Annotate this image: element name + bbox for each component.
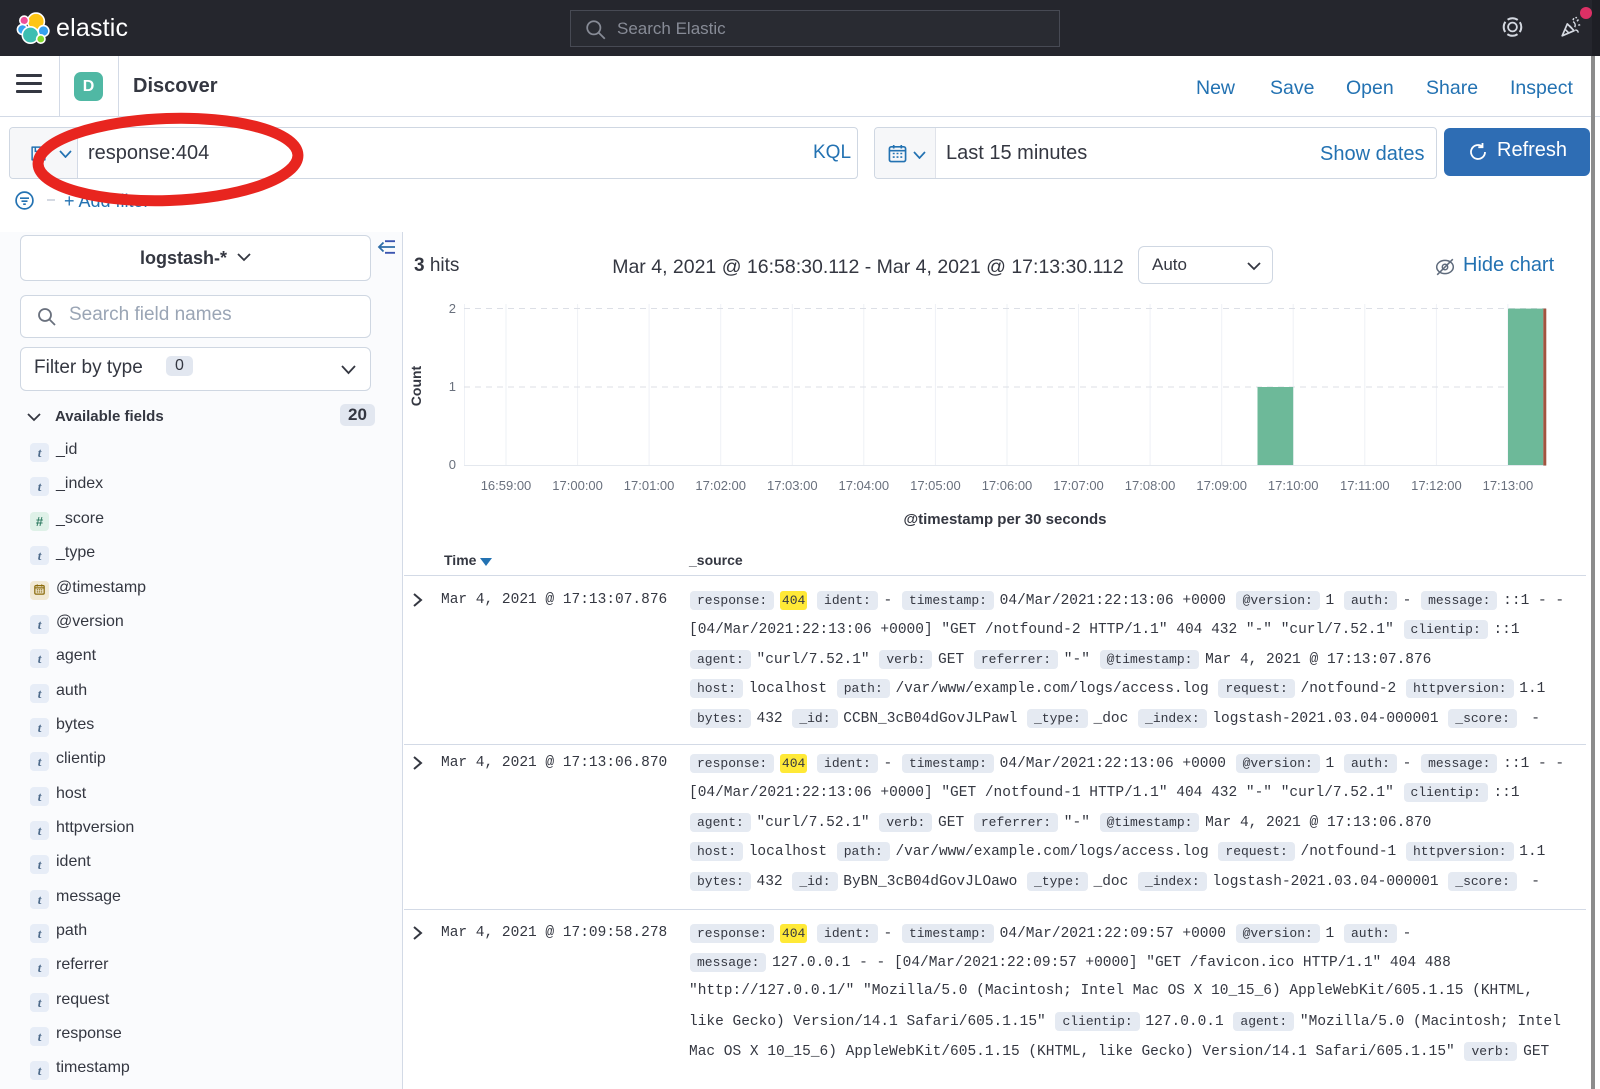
svg-text:17:04:00: 17:04:00 bbox=[838, 478, 889, 493]
svg-text:17:01:00: 17:01:00 bbox=[624, 478, 675, 493]
svg-text:17:07:00: 17:07:00 bbox=[1053, 478, 1104, 493]
svg-text:2: 2 bbox=[449, 301, 456, 316]
svg-text:0: 0 bbox=[449, 457, 456, 472]
svg-text:17:02:00: 17:02:00 bbox=[695, 478, 746, 493]
svg-text:17:00:00: 17:00:00 bbox=[552, 478, 603, 493]
svg-text:17:06:00: 17:06:00 bbox=[982, 478, 1033, 493]
svg-text:1: 1 bbox=[449, 379, 456, 394]
svg-text:Count: Count bbox=[408, 365, 424, 406]
svg-text:17:05:00: 17:05:00 bbox=[910, 478, 961, 493]
svg-text:16:59:00: 16:59:00 bbox=[481, 478, 532, 493]
svg-text:17:13:00: 17:13:00 bbox=[1483, 478, 1534, 493]
svg-text:17:11:00: 17:11:00 bbox=[1340, 478, 1390, 493]
svg-text:17:10:00: 17:10:00 bbox=[1268, 478, 1319, 493]
svg-text:17:03:00: 17:03:00 bbox=[767, 478, 818, 493]
svg-text:17:12:00: 17:12:00 bbox=[1411, 478, 1462, 493]
svg-text:17:08:00: 17:08:00 bbox=[1125, 478, 1176, 493]
svg-text:17:09:00: 17:09:00 bbox=[1196, 478, 1247, 493]
